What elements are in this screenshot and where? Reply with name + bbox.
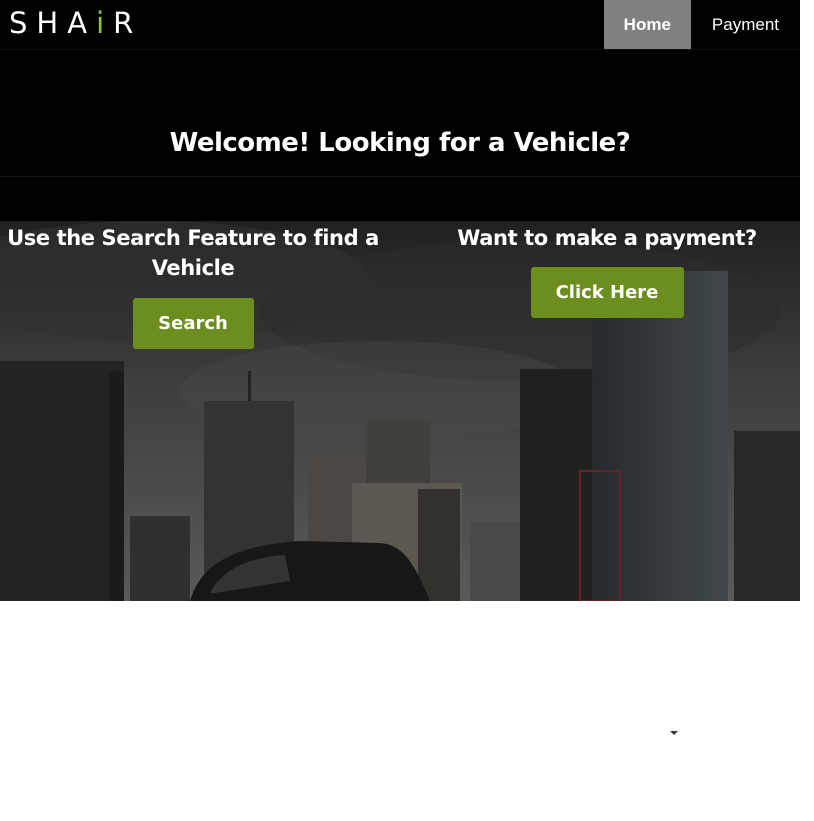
- hero-section: Use the Search Feature to find a Vehicle…: [0, 221, 800, 601]
- brand-suffix: R: [113, 6, 143, 40]
- brand-logo[interactable]: SHAiR: [9, 5, 142, 41]
- brand-accent: i: [96, 6, 114, 40]
- nav-payment[interactable]: Payment: [691, 0, 800, 49]
- payment-heading: Want to make a payment?: [457, 226, 757, 250]
- nav-home[interactable]: Home: [603, 0, 691, 49]
- search-button[interactable]: Search: [132, 298, 254, 349]
- click-here-button[interactable]: Click Here: [530, 267, 684, 318]
- search-cta: Use the Search Feature to find a Vehicle…: [0, 223, 386, 349]
- welcome-title: Welcome! Looking for a Vehicle?: [169, 128, 631, 158]
- top-navbar: SHAiR Home Payment: [0, 0, 800, 50]
- brand-prefix: SHA: [9, 6, 97, 40]
- divider: [0, 176, 800, 177]
- payment-cta: Want to make a payment? Click Here: [414, 223, 800, 318]
- main-nav: Home Payment: [603, 0, 800, 49]
- welcome-banner: Welcome! Looking for a Vehicle?: [0, 50, 800, 221]
- caret-down-icon[interactable]: [670, 731, 678, 735]
- page: SHAiR Home Payment Welcome! Looking for …: [0, 0, 814, 821]
- search-heading: Use the Search Feature to find a Vehicle: [7, 226, 379, 280]
